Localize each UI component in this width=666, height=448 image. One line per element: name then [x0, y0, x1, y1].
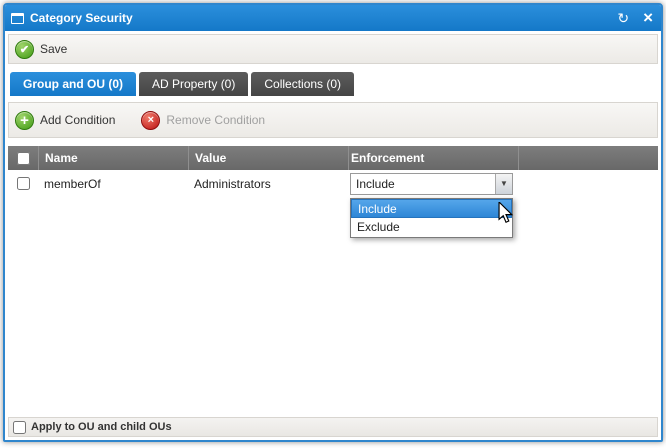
remove-condition-label: Remove Condition — [166, 113, 265, 127]
refresh-icon[interactable]: ↻ — [617, 11, 629, 25]
row-checkbox[interactable] — [17, 177, 30, 190]
save-button-label: Save — [40, 42, 67, 56]
row-filler — [518, 170, 658, 197]
tab-collections[interactable]: Collections (0) — [251, 72, 354, 96]
header-enforcement: Enforcement — [348, 146, 518, 170]
table-row: memberOf Administrators Include ▼ — [8, 170, 658, 197]
dialog-body: ✔ Save Group and OU (0) AD Property (0) … — [5, 31, 661, 200]
header-name: Name — [38, 146, 188, 170]
apply-ou-checkbox[interactable] — [13, 421, 26, 434]
tab-ad-property[interactable]: AD Property (0) — [139, 72, 248, 96]
select-all-checkbox[interactable] — [17, 152, 30, 165]
save-toolbar: ✔ Save — [8, 34, 658, 64]
header-filler — [518, 146, 658, 170]
row-value-cell: Administrators — [188, 177, 348, 191]
enforcement-dropdown[interactable]: Include ▼ — [350, 173, 513, 195]
titlebar: Category Security ↻ × — [5, 5, 661, 31]
tab-bar: Group and OU (0) AD Property (0) Collect… — [8, 72, 658, 96]
add-condition-button[interactable]: + Add Condition — [15, 111, 115, 130]
add-condition-label: Add Condition — [40, 113, 115, 127]
category-security-dialog: Category Security ↻ × ✔ Save Group and O… — [3, 3, 663, 442]
dropdown-option-exclude[interactable]: Exclude — [351, 218, 512, 237]
window-title: Category Security — [30, 11, 133, 25]
window-icon — [11, 13, 24, 24]
table-header: Name Value Enforcement — [8, 146, 658, 170]
condition-toolbar: + Add Condition × Remove Condition — [8, 102, 658, 138]
row-enforcement-cell: Include ▼ — [348, 173, 518, 195]
save-check-icon: ✔ — [15, 40, 34, 59]
enforcement-selected-value: Include — [351, 177, 495, 191]
remove-condition-button[interactable]: × Remove Condition — [141, 111, 265, 130]
enforcement-dropdown-popup: Include Exclude — [350, 198, 513, 238]
footer-bar: Apply to OU and child OUs — [8, 417, 658, 437]
dropdown-arrow-icon[interactable]: ▼ — [495, 174, 512, 194]
tab-group-and-ou[interactable]: Group and OU (0) — [10, 72, 136, 96]
add-condition-icon: + — [15, 111, 34, 130]
header-value: Value — [188, 146, 348, 170]
dropdown-option-include[interactable]: Include — [351, 199, 512, 218]
close-icon[interactable]: × — [643, 11, 653, 25]
save-button[interactable]: ✔ Save — [15, 40, 67, 59]
row-name-cell: memberOf — [38, 177, 188, 191]
header-checkbox-cell — [8, 152, 38, 165]
row-checkbox-cell — [8, 177, 38, 190]
remove-condition-icon: × — [141, 111, 160, 130]
apply-ou-label: Apply to OU and child OUs — [31, 421, 172, 433]
